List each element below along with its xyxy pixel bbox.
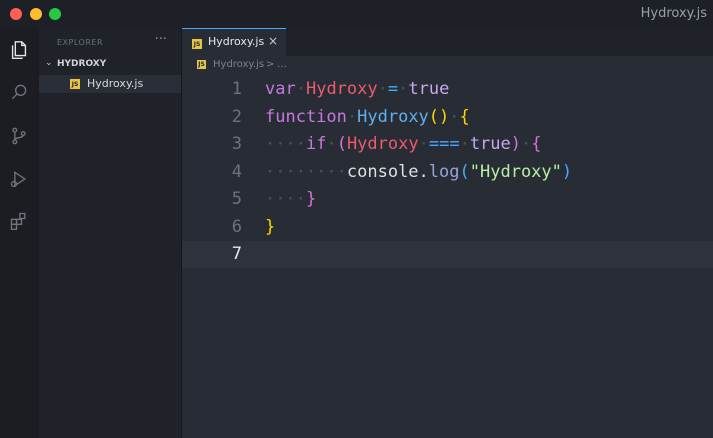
line-number: 3 xyxy=(231,134,242,154)
breadcrumb-separator: > xyxy=(266,59,275,70)
js-file-icon: JS xyxy=(70,79,80,89)
editor-window: Hydroxy.js EXPLORER ··· ⌄ HYDROXY JS Hyd… xyxy=(0,0,713,438)
code-line[interactable]: 2 function·Hydroxy()·{ xyxy=(182,104,713,131)
code-line[interactable]: 6} xyxy=(182,214,713,241)
code-text: ····if·(Hydroxy·===·true)·{ xyxy=(265,134,542,154)
line-number: 5 xyxy=(231,189,242,209)
line-number: 1 xyxy=(231,79,242,99)
activity-bar xyxy=(0,28,39,438)
code-token: Hydroxy xyxy=(305,79,378,99)
js-file-icon: JS xyxy=(192,39,202,49)
file-item[interactable]: JS Hydroxy.js xyxy=(39,75,181,93)
code-token: "Hydroxy" xyxy=(469,161,562,182)
title-bar: Hydroxy.js xyxy=(0,0,713,28)
whitespace-marker: · xyxy=(295,79,306,99)
code-token: { xyxy=(531,134,542,154)
run-debug-icon[interactable] xyxy=(7,167,31,191)
whitespace-marker: · xyxy=(521,134,532,154)
whitespace-marker: · xyxy=(398,79,409,99)
breadcrumb-symbols[interactable]: … xyxy=(277,59,287,70)
code-text: var·Hydroxy·=·true xyxy=(265,79,449,99)
whitespace-marker: ···· xyxy=(265,134,306,154)
whitespace-marker: · xyxy=(418,134,429,154)
minimize-window-button[interactable] xyxy=(30,8,42,20)
code-token: ) xyxy=(510,134,522,154)
code-token: () xyxy=(428,106,450,127)
tab-hydroxy-js[interactable]: JS Hydroxy.js × xyxy=(182,28,286,56)
tab-label: Hydroxy.js xyxy=(208,35,265,48)
code-line[interactable]: 1 var·Hydroxy·=·true xyxy=(182,76,713,103)
code-token: } xyxy=(305,189,317,209)
window-title: Hydroxy.js xyxy=(640,6,707,21)
tab-bar: JS Hydroxy.js × xyxy=(182,28,713,56)
code-text: } xyxy=(265,217,275,237)
search-icon[interactable] xyxy=(7,80,31,104)
code-token: ( xyxy=(459,161,470,182)
line-number: 6 xyxy=(231,216,242,237)
explorer-title: EXPLORER xyxy=(57,38,103,47)
line-number: 2 xyxy=(231,106,242,127)
code-token: true xyxy=(408,79,450,99)
more-actions-icon[interactable]: ··· xyxy=(155,32,167,47)
code-token: log xyxy=(428,161,460,182)
code-text: function·Hydroxy()·{ xyxy=(265,107,470,127)
breadcrumb: JS Hydroxy.js > … xyxy=(182,56,713,76)
explorer-sidebar: EXPLORER ··· ⌄ HYDROXY JS Hydroxy.js xyxy=(39,28,182,438)
extensions-icon[interactable] xyxy=(7,209,31,233)
line-number: 4 xyxy=(231,161,242,182)
code-token: { xyxy=(459,106,470,127)
js-file-icon: JS xyxy=(197,60,206,69)
file-label: Hydroxy.js xyxy=(87,77,144,90)
code-line[interactable]: 3 ····if·(Hydroxy·===·true)·{ xyxy=(182,131,713,158)
source-control-icon[interactable] xyxy=(7,124,31,148)
code-token: ) xyxy=(561,161,573,182)
code-text: ····} xyxy=(265,189,316,209)
close-tab-icon[interactable]: × xyxy=(268,34,278,48)
files-icon[interactable] xyxy=(7,38,31,62)
code-token: = xyxy=(387,79,399,99)
breadcrumb-file[interactable]: Hydroxy.js xyxy=(213,59,264,70)
whitespace-marker: · xyxy=(346,106,358,127)
whitespace-marker: · xyxy=(326,134,337,154)
code-token: function xyxy=(265,106,347,127)
code-token: ( xyxy=(336,134,347,154)
code-text: ········console.log("Hydroxy") xyxy=(265,162,572,182)
code-line[interactable]: 5 ····} xyxy=(182,186,713,213)
code-token: Hydroxy xyxy=(346,134,419,154)
code-token: Hydroxy xyxy=(357,106,429,127)
code-line[interactable]: 4 ········console.log("Hydroxy") xyxy=(182,159,713,186)
code-token: . xyxy=(418,161,429,182)
line-number: 7 xyxy=(231,244,242,264)
maximize-window-button[interactable] xyxy=(49,8,61,20)
whitespace-marker: · xyxy=(377,79,388,99)
whitespace-marker: · xyxy=(459,134,470,154)
code-token: var xyxy=(265,79,296,99)
code-token: console xyxy=(346,161,419,182)
code-line[interactable]: 7 xyxy=(182,241,713,268)
folder-row[interactable]: ⌄ HYDROXY xyxy=(39,58,181,72)
whitespace-marker: ···· xyxy=(265,189,306,209)
code-token: true xyxy=(469,134,511,154)
close-window-button[interactable] xyxy=(10,8,22,20)
folder-label: HYDROXY xyxy=(57,59,107,69)
chevron-down-icon: ⌄ xyxy=(45,58,53,68)
code-token: } xyxy=(265,216,276,237)
whitespace-marker: ········ xyxy=(265,161,347,182)
code-editor[interactable]: 1 var·Hydroxy·=·true 2 function·Hydroxy()·{… xyxy=(182,76,713,438)
code-token: if xyxy=(305,134,327,154)
code-token: === xyxy=(428,134,460,154)
whitespace-marker: · xyxy=(449,106,460,127)
